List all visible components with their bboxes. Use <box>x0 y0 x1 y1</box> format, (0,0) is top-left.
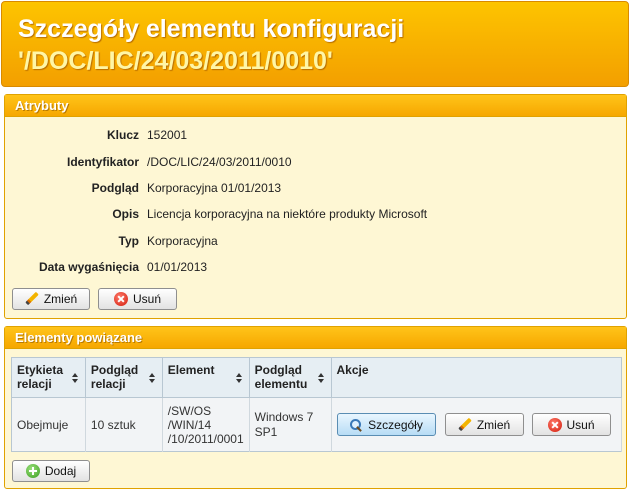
attribute-label: Podgląd <box>91 181 139 195</box>
relation-preview-cell: 10 sztuk <box>85 397 163 452</box>
column-header-element-preview[interactable]: Podgląd elementu <box>249 357 332 398</box>
related-items-table: Etykieta relacji Podgląd relacji Element… <box>11 357 623 452</box>
attribute-row-preview: Podgląd Korporacyjna 01/01/2013 <box>5 179 626 197</box>
column-header-element[interactable]: Element <box>162 357 250 398</box>
sort-icon[interactable] <box>317 373 325 384</box>
details-button[interactable]: Szczegóły <box>336 413 436 436</box>
element-cell: /SW/OS /WIN/14 /10/2011/0001 <box>162 397 250 452</box>
pencil-icon <box>458 418 472 432</box>
page-subtitle: '/DOC/LIC/24/03/2011/0010' <box>18 47 333 75</box>
attribute-label: Data wygaśnięcia <box>38 260 139 274</box>
attributes-panel: Atrybuty Klucz 152001 Identyfikator /DOC… <box>4 94 627 319</box>
attribute-label: Typ <box>118 234 139 248</box>
sort-icon[interactable] <box>148 373 156 384</box>
attribute-row-key: Klucz 152001 <box>5 126 626 144</box>
attribute-value: Korporacyjna <box>147 234 218 248</box>
row-edit-button-label: Zmień <box>476 417 511 432</box>
attribute-label: Opis <box>112 207 139 221</box>
table-row: Obejmuje 10 sztuk /SW/OS /WIN/14 /10/201… <box>11 397 623 452</box>
actions-cell: Szczegóły Zmień Usuń <box>331 397 623 452</box>
element-preview-cell: Windows 7 SP1 <box>249 397 332 452</box>
delete-button[interactable]: Usuń <box>98 288 177 310</box>
add-icon <box>25 464 40 478</box>
search-icon <box>349 418 363 432</box>
edit-button[interactable]: Zmień <box>12 288 90 310</box>
pencil-icon <box>25 292 39 306</box>
column-header-actions: Akcje <box>331 357 623 398</box>
column-header-relation-label[interactable]: Etykieta relacji <box>11 357 86 398</box>
relation-label-cell: Obejmuje <box>11 397 86 452</box>
attributes-list: Klucz 152001 Identyfikator /DOC/LIC/24/0… <box>5 117 626 310</box>
edit-button-label: Zmień <box>43 292 78 306</box>
sort-icon[interactable] <box>71 373 79 384</box>
add-button[interactable]: Dodaj <box>12 460 90 482</box>
attribute-label: Klucz <box>106 128 139 142</box>
attribute-row-expiry-date: Data wygaśnięcia 01/01/2013 <box>5 258 626 276</box>
attribute-row-description: Opis Licencja korporacyjna na niektóre p… <box>5 205 626 223</box>
attribute-label: Identyfikator <box>66 155 139 169</box>
add-button-label: Dodaj <box>44 464 77 478</box>
attribute-value: /DOC/LIC/24/03/2011/0010 <box>147 155 292 169</box>
row-delete-button-label: Usuń <box>566 417 595 432</box>
attribute-row-identifier: Identyfikator /DOC/LIC/24/03/2011/0010 <box>5 153 626 171</box>
row-delete-button[interactable]: Usuń <box>531 413 611 436</box>
details-button-label: Szczegóły <box>368 417 423 432</box>
delete-button-label: Usuń <box>132 292 161 306</box>
delete-icon <box>547 417 562 432</box>
attribute-value: Licencja korporacyjna na niektóre produk… <box>147 207 428 221</box>
attributes-panel-title: Atrybuty <box>5 95 626 117</box>
page-header: Szczegóły elementu konfiguracji '/DOC/LI… <box>1 1 629 87</box>
attribute-value: Korporacyjna 01/01/2013 <box>147 181 282 195</box>
attribute-value: 152001 <box>147 128 188 142</box>
page-title: Szczegóły elementu konfiguracji <box>18 15 405 43</box>
sort-icon[interactable] <box>235 373 243 384</box>
attribute-row-type: Typ Korporacyjna <box>5 232 626 250</box>
column-header-relation-preview[interactable]: Podgląd relacji <box>85 357 163 398</box>
delete-icon <box>113 292 128 306</box>
related-items-panel: Elementy powiązane Etykieta relacji Podg… <box>4 326 627 489</box>
attribute-value: 01/01/2013 <box>147 260 208 274</box>
row-edit-button[interactable]: Zmień <box>444 413 524 436</box>
related-items-panel-title: Elementy powiązane <box>5 327 626 349</box>
